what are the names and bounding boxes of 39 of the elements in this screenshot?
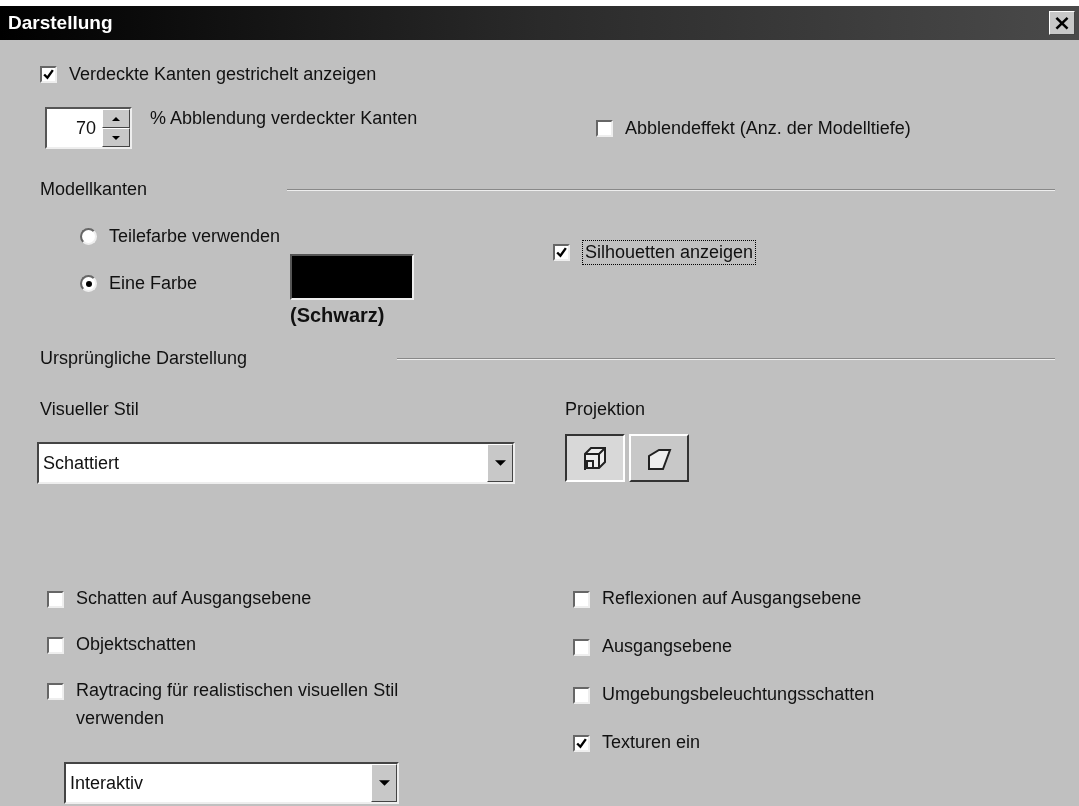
checkbox[interactable] <box>573 591 590 608</box>
checkbox[interactable] <box>596 119 613 137</box>
radio-label: Eine Farbe <box>109 273 198 294</box>
close-button[interactable]: × <box>1049 11 1075 35</box>
checkbox[interactable] <box>573 687 590 704</box>
checkbox-label: Schatten auf Ausgangsebene <box>76 587 312 610</box>
field-label: Projektion <box>565 399 647 420</box>
raytracing-dropdown[interactable]: Interaktiv <box>64 762 399 804</box>
checkbox-label: Silhouetten anzeigen <box>582 240 757 265</box>
checkbox-label: Umgebungsbeleuchtungsschatten <box>602 683 875 706</box>
field-label: Visueller Stil <box>40 399 140 420</box>
checkbox[interactable] <box>573 735 590 752</box>
checkbox-label: Texturen ein <box>602 731 701 754</box>
number-spinner[interactable]: 70 <box>45 107 132 149</box>
slanted-box-button[interactable] <box>629 434 689 482</box>
checkbox-label: Objektschatten <box>76 633 197 656</box>
spinner-label: % Abblendung verdeckter Kanten <box>150 107 418 129</box>
checkbox[interactable] <box>40 66 57 83</box>
checkbox-label: Ausgangsebene <box>602 635 733 658</box>
checkbox-label: Verdeckte Kanten gestrichelt anzeigen <box>69 64 377 85</box>
section-heading: Modellkanten <box>40 179 148 200</box>
radio-button[interactable] <box>80 228 97 245</box>
checkbox[interactable] <box>47 591 64 608</box>
checkbox[interactable] <box>47 683 64 700</box>
stacked-boxes-icon <box>581 444 609 472</box>
checkbox-label: Reflexionen auf Ausgangsebene <box>602 587 862 610</box>
checkbox-label: Abblendeffekt (Anz. der Modelltiefe) <box>625 117 911 139</box>
window-title: Darstellung <box>8 12 113 34</box>
checkbox[interactable] <box>553 244 570 261</box>
color-name: (Schwarz) <box>290 304 386 327</box>
color-swatch[interactable] <box>290 254 414 300</box>
checkbox[interactable] <box>47 637 64 654</box>
radio-button[interactable] <box>80 275 97 292</box>
checkbox[interactable] <box>573 639 590 656</box>
stacked-boxes-button[interactable] <box>565 434 625 482</box>
style-dropdown[interactable]: Schattiert <box>37 442 515 484</box>
checkbox-label: Raytracing für realistischen visuellen Stil verwenden <box>76 679 400 730</box>
section-heading: Ursprüngliche Darstellung <box>40 348 248 369</box>
radio-label: Teilefarbe verwenden <box>109 226 281 247</box>
